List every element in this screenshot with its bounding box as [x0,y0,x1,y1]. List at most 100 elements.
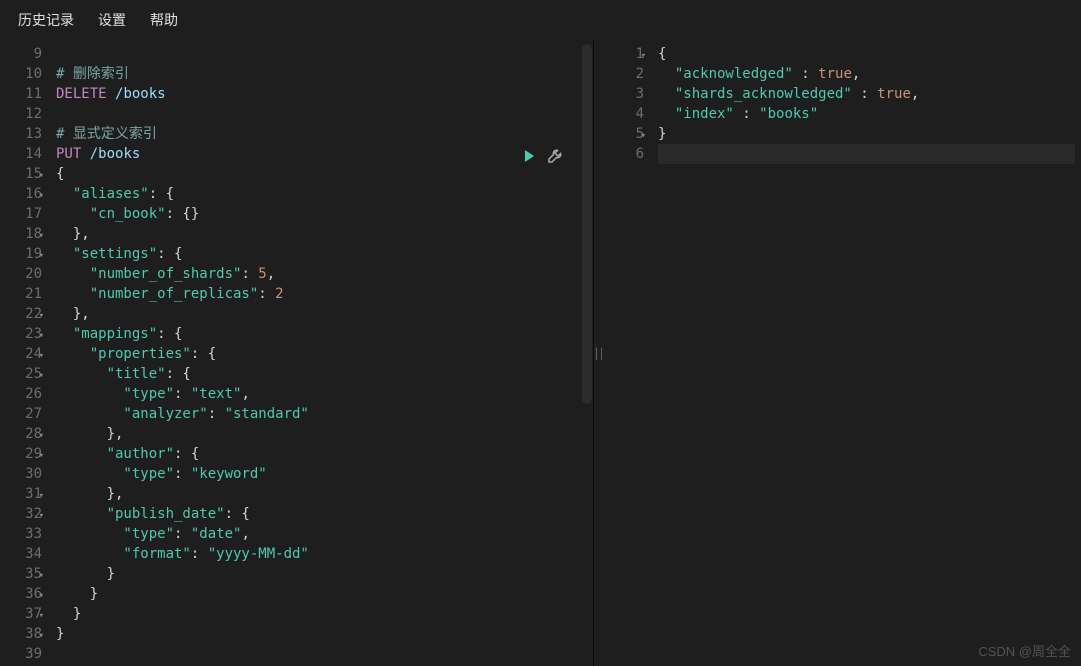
fold-icon[interactable]: ▾ [39,426,44,446]
fold-icon[interactable]: ▾ [39,246,44,266]
fold-icon[interactable]: ▾ [39,506,44,526]
fold-icon[interactable]: ▾ [39,326,44,346]
code-line[interactable]: "author": { [56,444,587,464]
code-line[interactable]: { [658,44,1075,64]
line-number: 26 [4,384,42,404]
line-number: 14 [4,144,42,164]
line-number: 4 [606,104,644,124]
fold-icon[interactable]: ▾ [641,126,646,146]
line-number: 9 [4,44,42,64]
main: 9101112131415▾16▾1718▾19▾202122▾23▾24▾25… [0,40,1081,666]
code-line[interactable] [56,44,587,64]
line-number: 19▾ [4,244,42,264]
line-number: 15▾ [4,164,42,184]
pane-splitter[interactable]: || [594,40,602,666]
code-line[interactable]: "analyzer": "standard" [56,404,587,424]
line-number: 13 [4,124,42,144]
fold-icon[interactable]: ▾ [39,566,44,586]
code-line[interactable]: # 删除索引 [56,64,587,84]
line-number: 16▾ [4,184,42,204]
code-line[interactable]: } [56,584,587,604]
menu-settings[interactable]: 设置 [98,10,126,30]
line-number: 6 [606,144,644,164]
fold-icon[interactable]: ▾ [39,166,44,186]
fold-icon[interactable]: ▾ [39,606,44,626]
code-line[interactable]: "number_of_shards": 5, [56,264,587,284]
code-line[interactable]: # 显式定义索引 [56,124,587,144]
fold-icon[interactable]: ▾ [39,486,44,506]
request-actions [521,148,563,168]
code-line[interactable]: } [658,124,1075,144]
line-number: 34 [4,544,42,564]
fold-icon[interactable]: ▾ [641,46,646,66]
code-line[interactable]: "publish_date": { [56,504,587,524]
fold-icon[interactable]: ▾ [39,186,44,206]
line-number: 2 [606,64,644,84]
code-line[interactable]: "index" : "books" [658,104,1075,124]
line-number: 24▾ [4,344,42,364]
scrollbar-left[interactable] [582,44,592,404]
code-line[interactable]: "properties": { [56,344,587,364]
line-number: 32▾ [4,504,42,524]
line-number: 37▾ [4,604,42,624]
code-line[interactable]: } [56,624,587,644]
gutter-left: 9101112131415▾16▾1718▾19▾202122▾23▾24▾25… [0,40,50,666]
code-line[interactable]: "shards_acknowledged" : true, [658,84,1075,104]
code-line[interactable]: "acknowledged" : true, [658,64,1075,84]
line-number: 25▾ [4,364,42,384]
wrench-icon[interactable] [547,148,563,168]
fold-icon[interactable]: ▾ [39,626,44,646]
line-number: 22▾ [4,304,42,324]
fold-icon[interactable]: ▾ [39,226,44,246]
line-number: 5▾ [606,124,644,144]
code-line[interactable]: }, [56,224,587,244]
code-line[interactable]: } [56,604,587,624]
line-number: 18▾ [4,224,42,244]
gutter-right: 1▾2345▾6 [602,40,652,666]
run-icon[interactable] [521,148,537,168]
code-line[interactable] [56,644,587,664]
line-number: 23▾ [4,324,42,344]
line-number: 27 [4,404,42,424]
code-line[interactable]: } [56,564,587,584]
fold-icon[interactable]: ▾ [39,446,44,466]
line-number: 20 [4,264,42,284]
line-number: 31▾ [4,484,42,504]
watermark: CSDN @周全全 [978,641,1071,660]
code-line[interactable]: "format": "yyyy-MM-dd" [56,544,587,564]
fold-icon[interactable]: ▾ [39,306,44,326]
code-line[interactable]: "type": "text", [56,384,587,404]
line-number: 38▾ [4,624,42,644]
fold-icon[interactable]: ▾ [39,366,44,386]
code-line[interactable]: }, [56,484,587,504]
code-line[interactable]: }, [56,304,587,324]
code-line[interactable] [56,104,587,124]
code-line[interactable]: { [56,164,587,184]
line-number: 36▾ [4,584,42,604]
code-right[interactable]: { "acknowledged" : true, "shards_acknowl… [652,40,1081,666]
code-line[interactable]: "type": "keyword" [56,464,587,484]
line-number: 17 [4,204,42,224]
code-line[interactable]: "settings": { [56,244,587,264]
code-line[interactable]: "type": "date", [56,524,587,544]
line-number: 29▾ [4,444,42,464]
line-number: 28▾ [4,424,42,444]
code-line[interactable] [658,144,1075,164]
line-number: 10 [4,64,42,84]
code-line[interactable]: "cn_book": {} [56,204,587,224]
code-line[interactable]: "aliases": { [56,184,587,204]
fold-icon[interactable]: ▾ [39,586,44,606]
code-line[interactable]: DELETE /books [56,84,587,104]
line-number: 39 [4,644,42,664]
fold-icon[interactable]: ▾ [39,346,44,366]
menu-help[interactable]: 帮助 [150,10,178,30]
code-line[interactable]: "title": { [56,364,587,384]
editor-pane-request: 9101112131415▾16▾1718▾19▾202122▾23▾24▾25… [0,40,594,666]
code-line[interactable]: PUT /books [56,144,587,164]
code-line[interactable]: }, [56,424,587,444]
line-number: 33 [4,524,42,544]
code-line[interactable]: "mappings": { [56,324,587,344]
code-line[interactable]: "number_of_replicas": 2 [56,284,587,304]
code-left[interactable]: # 删除索引DELETE /books # 显式定义索引PUT /books{ … [50,40,593,666]
menu-history[interactable]: 历史记录 [18,10,74,30]
